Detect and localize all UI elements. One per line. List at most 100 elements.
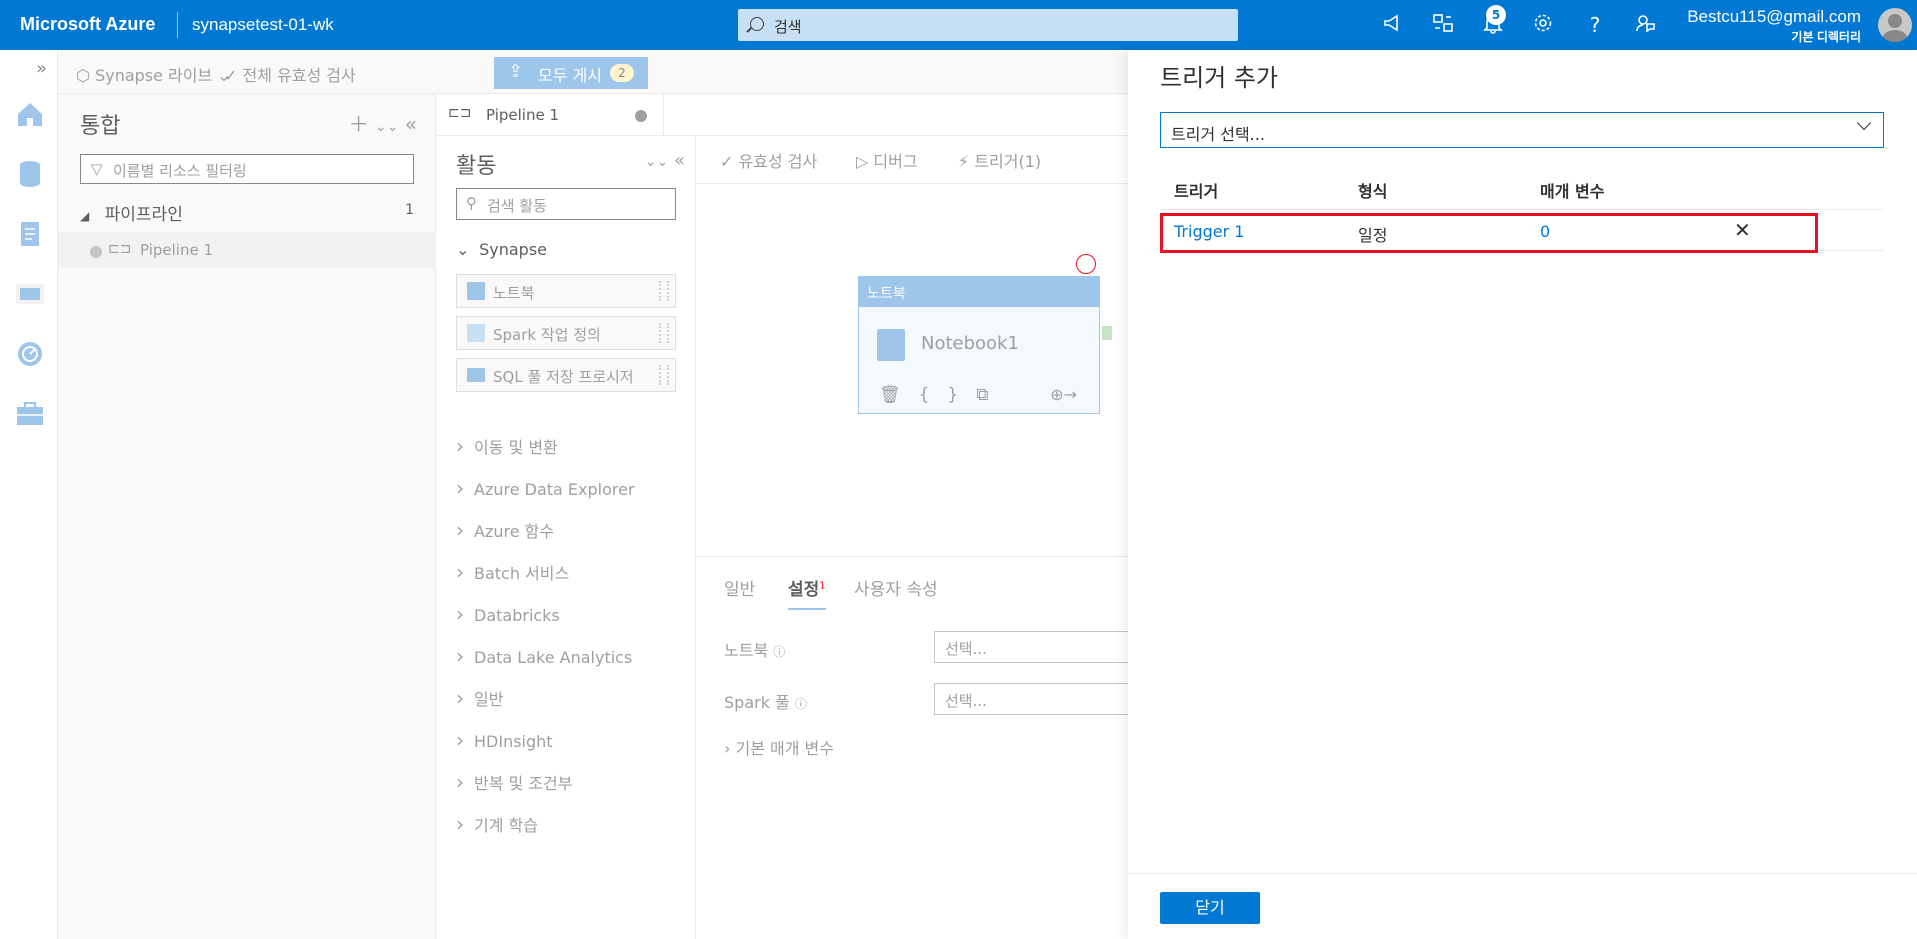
- pipeline-canvas[interactable]: ✓ 유효성 검사 ▷ 디버그 ⚡ 트리거(1) 노트북 Notebook1 🗑{…: [696, 136, 1128, 556]
- manage-icon[interactable]: [14, 398, 46, 430]
- category-azure-function[interactable]: Azure 함수: [456, 518, 554, 542]
- add-resource-icon[interactable]: ＋: [349, 112, 369, 136]
- tab-user-properties[interactable]: 사용자 속성: [854, 575, 938, 600]
- notebook-icon: [467, 282, 485, 300]
- highlight-box: [1160, 213, 1818, 253]
- node-header: 노트북: [859, 277, 1099, 307]
- collapse-all-icon[interactable]: ⌄⌄: [375, 119, 398, 135]
- delete-icon[interactable]: 🗑: [879, 385, 919, 405]
- category-machine-learning[interactable]: 기계 학습: [456, 812, 538, 836]
- tab-general[interactable]: 일반: [724, 575, 755, 600]
- synapse-group-label: Synapse: [479, 240, 547, 259]
- notebook-select[interactable]: 선택...: [934, 631, 1134, 663]
- global-search-input[interactable]: 검색: [738, 9, 1238, 41]
- debug-button[interactable]: ▷ 디버그: [856, 148, 918, 172]
- avatar[interactable]: [1878, 8, 1912, 42]
- tab-settings-label: 설정: [788, 580, 820, 600]
- drag-handle-icon[interactable]: [659, 323, 669, 343]
- tab-settings[interactable]: 설정1: [788, 575, 826, 610]
- publish-all-button[interactable]: ⇪ 모두 게시 2: [494, 57, 648, 89]
- data-icon[interactable]: [14, 158, 46, 190]
- unsaved-dot-icon: [90, 246, 102, 258]
- search-placeholder: 검색: [774, 18, 802, 36]
- synapse-live-button[interactable]: ⬡ Synapse 라이브 ⌄: [76, 62, 231, 86]
- expand-nav-icon[interactable]: »: [36, 58, 47, 79]
- category-general[interactable]: 일반: [456, 686, 503, 710]
- left-nav-rail: »: [0, 50, 58, 939]
- workspace-name[interactable]: synapsetest-01-wk: [192, 15, 334, 35]
- copy-icon[interactable]: ⧉: [976, 385, 1006, 405]
- panel-footer-divider: [1128, 873, 1917, 874]
- filter-icon: ▽: [91, 160, 103, 178]
- collapse-pane-icon[interactable]: «: [674, 150, 685, 171]
- synapse-live-label: Synapse 라이브: [95, 66, 213, 85]
- trigger-select-dropdown[interactable]: 트리거 선택...: [1160, 112, 1884, 148]
- column-header-trigger: 트리거: [1174, 182, 1219, 201]
- drag-handle-icon[interactable]: [659, 365, 669, 385]
- spark-pool-select[interactable]: 선택...: [934, 683, 1134, 715]
- validate-all-button[interactable]: ✓ 전체 유효성 검사: [224, 62, 356, 86]
- feedback-icon[interactable]: [1632, 12, 1658, 38]
- add-output-icon[interactable]: ⊕→: [1050, 385, 1077, 404]
- activity-sql-sproc[interactable]: SQL 풀 저장 프로시저: [456, 358, 676, 392]
- collapse-all-icon[interactable]: ⌄⌄: [645, 154, 668, 170]
- chevron-down-icon: [1856, 115, 1872, 131]
- connector-handle[interactable]: [1102, 326, 1112, 340]
- integrate-icon[interactable]: [14, 278, 46, 310]
- column-header-type: 형식: [1358, 182, 1388, 201]
- activity-spark-job[interactable]: Spark 작업 정의: [456, 316, 676, 350]
- activity-label: SQL 풀 저장 프로시저: [493, 368, 634, 386]
- synapse-group[interactable]: ⌄ Synapse: [456, 240, 547, 259]
- code-icon[interactable]: {}: [919, 385, 977, 405]
- category-hdinsight[interactable]: HDInsight: [456, 728, 553, 752]
- category-databricks[interactable]: Databricks: [456, 602, 560, 626]
- user-account[interactable]: Bestcu115@gmail.com 기본 디렉터리: [1687, 7, 1861, 45]
- category-move-transform[interactable]: 이동 및 변환: [456, 434, 558, 458]
- category-data-lake-analytics[interactable]: Data Lake Analytics: [456, 644, 632, 668]
- filter-placeholder: 이름별 리소스 필터링: [113, 162, 247, 180]
- trigger-button[interactable]: ⚡ 트리거(1): [958, 148, 1041, 172]
- portal-switch-icon[interactable]: [1430, 12, 1456, 38]
- gear-icon[interactable]: [1530, 12, 1556, 38]
- user-email: Bestcu115@gmail.com: [1687, 7, 1861, 26]
- azure-brand[interactable]: Microsoft Azure: [20, 14, 155, 35]
- pipeline-tab-icon: ⊏⊐: [448, 105, 472, 121]
- debug-label: 디버그: [873, 152, 918, 171]
- base-parameters-toggle[interactable]: › 기본 매개 변수: [724, 735, 834, 759]
- notebook-activity-node[interactable]: 노트북 Notebook1 🗑{}⧉ ⊕→: [858, 276, 1100, 414]
- pipeline-list-item[interactable]: ⊏⊐ Pipeline 1: [58, 232, 436, 268]
- close-button[interactable]: 닫기: [1160, 892, 1260, 924]
- column-header-params: 매개 변수: [1540, 182, 1605, 201]
- trigger-label: 트리거(1): [974, 152, 1042, 171]
- base-parameters-label: 기본 매개 변수: [735, 739, 835, 758]
- help-icon[interactable]: ?: [1582, 12, 1608, 38]
- monitor-icon[interactable]: [14, 338, 46, 370]
- add-trigger-panel: 트리거 추가 트리거 선택... 트리거 형식 매개 변수 Trigger 1 …: [1128, 50, 1917, 939]
- pipeline-group[interactable]: ◢ 파이프라인 1: [80, 200, 414, 225]
- drag-handle-icon[interactable]: [659, 281, 669, 301]
- category-azure-data-explorer[interactable]: Azure Data Explorer: [456, 476, 635, 500]
- activity-search-input[interactable]: ⚲ 검색 활동: [456, 188, 676, 220]
- tab-label: Pipeline 1: [486, 106, 560, 124]
- notification-badge: 5: [1486, 5, 1506, 25]
- activity-notebook[interactable]: 노트북: [456, 274, 676, 308]
- activity-search-placeholder: 검색 활동: [487, 197, 547, 215]
- category-batch-service[interactable]: Batch 서비스: [456, 560, 569, 584]
- announcement-icon[interactable]: [1380, 12, 1406, 38]
- develop-icon[interactable]: [14, 218, 46, 250]
- collapse-pane-icon[interactable]: «: [405, 112, 417, 136]
- resource-filter-input[interactable]: ▽ 이름별 리소스 필터링: [80, 154, 414, 184]
- tab-pipeline-1[interactable]: ⊏⊐ Pipeline 1: [436, 94, 664, 136]
- panel-title: 트리거 추가: [1160, 64, 1279, 92]
- top-bar: Microsoft Azure synapsetest-01-wk 검색 5 ?…: [0, 0, 1917, 50]
- validate-all-label: 전체 유효성 검사: [242, 66, 356, 85]
- home-icon[interactable]: [14, 98, 46, 130]
- brand-separator: [177, 12, 178, 38]
- properties-pane: 일반 설정1 사용자 속성 노트북 ⓘ 선택... Spark 풀 ⓘ 선택..…: [696, 556, 1134, 939]
- validate-button[interactable]: ✓ 유효성 검사: [720, 148, 817, 172]
- validate-label: 유효성 검사: [738, 152, 818, 171]
- publish-count-badge: 2: [610, 64, 634, 82]
- activities-title: 활동: [456, 154, 497, 179]
- category-iteration-conditionals[interactable]: 반복 및 조건부: [456, 770, 573, 794]
- pipeline-icon: ⊏⊐: [108, 241, 132, 257]
